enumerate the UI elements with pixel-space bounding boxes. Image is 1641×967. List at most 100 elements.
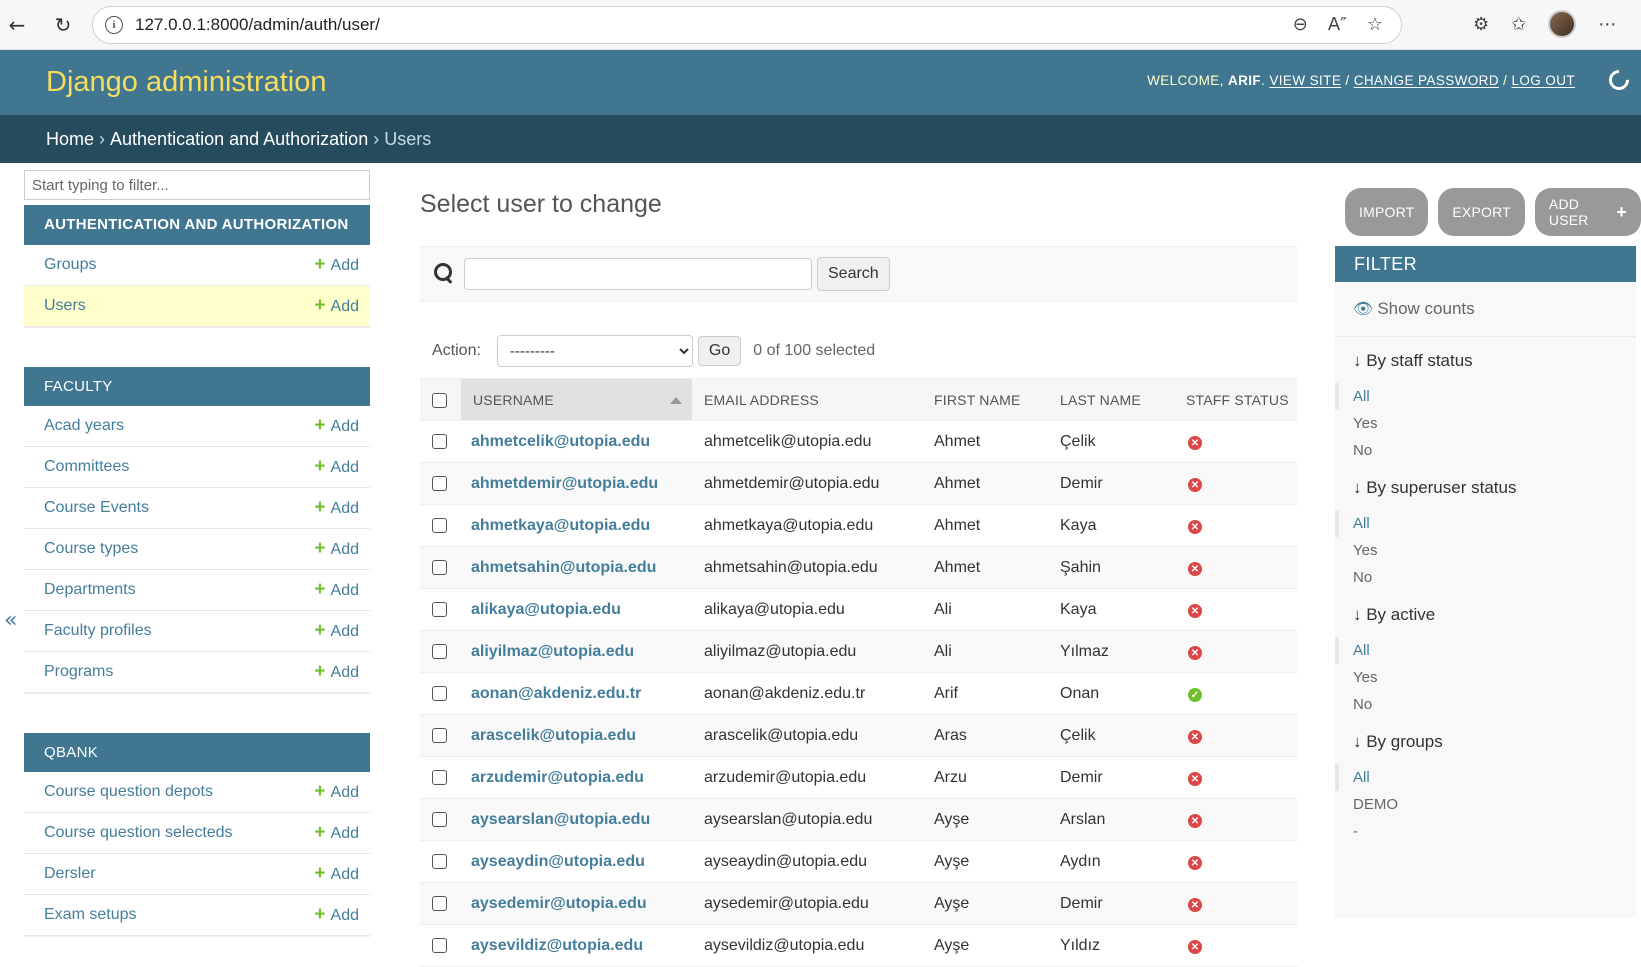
search-button[interactable]: Search <box>817 257 890 291</box>
row-checkbox[interactable] <box>432 811 447 827</box>
row-checkbox[interactable] <box>432 601 447 617</box>
site-brand[interactable]: Django administration <box>46 66 326 99</box>
username-link[interactable]: aysedemir@utopia.edu <box>461 882 692 925</box>
site-info-icon[interactable]: i <box>105 16 123 34</box>
sidebar-item-course-question-selecteds[interactable]: Course question selecteds + Add <box>24 813 370 854</box>
breadcrumb-home[interactable]: Home <box>46 129 94 150</box>
sidebar-item-label[interactable]: Users <box>44 297 86 315</box>
filter-option[interactable]: All <box>1335 510 1636 537</box>
address-bar[interactable]: i 127.0.0.1:8000/admin/auth/user/ ⊖ A″ ☆ <box>92 6 1402 44</box>
sidebar-item-departments[interactable]: Departments + Add <box>24 570 370 611</box>
row-checkbox[interactable] <box>432 853 447 869</box>
filter-option[interactable]: All <box>1335 637 1636 664</box>
add-link[interactable]: + Add <box>314 295 359 317</box>
filter-option[interactable]: - <box>1353 818 1636 845</box>
sidebar-item-label[interactable]: Groups <box>44 256 96 274</box>
import-button[interactable]: IMPORT <box>1345 188 1429 236</box>
add-link[interactable]: + Add <box>314 497 359 519</box>
add-link[interactable]: + Add <box>314 863 359 885</box>
view-site-link[interactable]: VIEW SITE <box>1269 73 1341 88</box>
row-checkbox[interactable] <box>432 433 447 449</box>
sidebar-item-exam-setups[interactable]: Exam setups + Add <box>24 895 370 936</box>
module-caption[interactable]: QBANK <box>24 733 370 772</box>
sidebar-item-label[interactable]: Course types <box>44 540 138 558</box>
filter-option[interactable]: All <box>1335 764 1636 791</box>
filter-option[interactable]: Yes <box>1353 410 1636 437</box>
username-link[interactable]: aonan@akdeniz.edu.tr <box>461 672 692 715</box>
filter-option[interactable]: No <box>1353 564 1636 591</box>
sidebar-item-label[interactable]: Course Events <box>44 499 149 517</box>
column-header-first-name[interactable]: FIRST NAME <box>922 378 1048 421</box>
sidebar-item-label[interactable]: Acad years <box>44 417 124 435</box>
sidebar-item-label[interactable]: Exam setups <box>44 906 136 924</box>
filter-option[interactable]: No <box>1353 691 1636 718</box>
column-header-username[interactable]: USERNAME <box>461 378 692 421</box>
username-link[interactable]: alikaya@utopia.edu <box>461 588 692 631</box>
filter-option[interactable]: DEMO <box>1353 791 1636 818</box>
favorite-star-icon[interactable]: ☆ <box>1367 14 1383 35</box>
row-checkbox[interactable] <box>432 769 447 785</box>
collapse-sidebar-icon[interactable]: « <box>4 608 17 633</box>
sidebar-item-label[interactable]: Course question depots <box>44 783 213 801</box>
export-button[interactable]: EXPORT <box>1438 188 1525 236</box>
zoom-icon[interactable]: ⊖ <box>1293 14 1308 35</box>
filter-group-title[interactable]: ↓ By staff status <box>1353 351 1636 371</box>
row-checkbox[interactable] <box>432 475 447 491</box>
logout-link[interactable]: LOG OUT <box>1511 73 1575 88</box>
username-link[interactable]: aliyilmaz@utopia.edu <box>461 630 692 673</box>
favorites-icon[interactable]: ✩ <box>1511 14 1526 35</box>
username-link[interactable]: ahmetkaya@utopia.edu <box>461 504 692 547</box>
sidebar-item-label[interactable]: Course question selecteds <box>44 824 233 842</box>
username-link[interactable]: arzudemir@utopia.edu <box>461 756 692 799</box>
sidebar-item-label[interactable]: Faculty profiles <box>44 622 152 640</box>
row-checkbox[interactable] <box>432 685 447 701</box>
row-checkbox[interactable] <box>432 643 447 659</box>
add-link[interactable]: + Add <box>314 415 359 437</box>
sidebar-item-groups[interactable]: Groups + Add <box>24 245 370 286</box>
sidebar-item-programs[interactable]: Programs + Add <box>24 652 370 693</box>
filter-option[interactable]: Yes <box>1353 537 1636 564</box>
username-link[interactable]: ahmetdemir@utopia.edu <box>461 462 692 505</box>
column-header-email[interactable]: EMAIL ADDRESS <box>692 378 922 421</box>
add-link[interactable]: + Add <box>314 456 359 478</box>
sidebar-item-course-types[interactable]: Course types + Add <box>24 529 370 570</box>
row-checkbox[interactable] <box>432 727 447 743</box>
nav-filter-input[interactable] <box>24 170 370 200</box>
module-caption[interactable]: FACULTY <box>24 367 370 406</box>
add-link[interactable]: + Add <box>314 538 359 560</box>
extensions-icon[interactable]: ⚙ <box>1473 14 1489 35</box>
filter-group-title[interactable]: ↓ By superuser status <box>1353 478 1636 498</box>
add-link[interactable]: + Add <box>314 781 359 803</box>
add-link[interactable]: + Add <box>314 620 359 642</box>
filter-option[interactable]: All <box>1335 383 1636 410</box>
row-checkbox[interactable] <box>432 895 447 911</box>
select-all-checkbox[interactable] <box>432 392 447 408</box>
breadcrumb-app[interactable]: Authentication and Authorization <box>110 129 368 150</box>
back-arrow-icon[interactable]: ← <box>2 10 32 40</box>
filter-group-title[interactable]: ↓ By active <box>1353 605 1636 625</box>
search-input[interactable] <box>464 258 812 290</box>
column-header-staff-status[interactable]: STAFF STATUS <box>1174 378 1297 421</box>
go-button[interactable]: Go <box>697 336 742 366</box>
add-link[interactable]: + Add <box>314 904 359 926</box>
sort-ascending-icon[interactable] <box>670 397 682 404</box>
add-link[interactable]: + Add <box>314 579 359 601</box>
reload-icon[interactable]: ↻ <box>48 10 78 40</box>
filter-option[interactable]: Yes <box>1353 664 1636 691</box>
url-text[interactable]: 127.0.0.1:8000/admin/auth/user/ <box>135 15 380 35</box>
add-link[interactable]: + Add <box>314 822 359 844</box>
profile-avatar[interactable] <box>1548 10 1577 38</box>
change-password-link[interactable]: CHANGE PASSWORD <box>1354 73 1499 88</box>
read-aloud-icon[interactable]: A″ <box>1328 14 1347 35</box>
add-link[interactable]: + Add <box>314 254 359 276</box>
column-header-last-name[interactable]: LAST NAME <box>1048 378 1174 421</box>
username-link[interactable]: aysearslan@utopia.edu <box>461 798 692 841</box>
row-checkbox[interactable] <box>432 517 447 533</box>
filter-group-title[interactable]: ↓ By groups <box>1353 732 1636 752</box>
filter-option[interactable]: No <box>1353 437 1636 464</box>
sidebar-item-acad-years[interactable]: Acad years + Add <box>24 406 370 447</box>
username-link[interactable]: ahmetcelik@utopia.edu <box>461 420 692 463</box>
sidebar-item-course-events[interactable]: Course Events + Add <box>24 488 370 529</box>
sidebar-item-label[interactable]: Dersler <box>44 865 96 883</box>
sidebar-item-users[interactable]: Users + Add <box>24 286 370 327</box>
